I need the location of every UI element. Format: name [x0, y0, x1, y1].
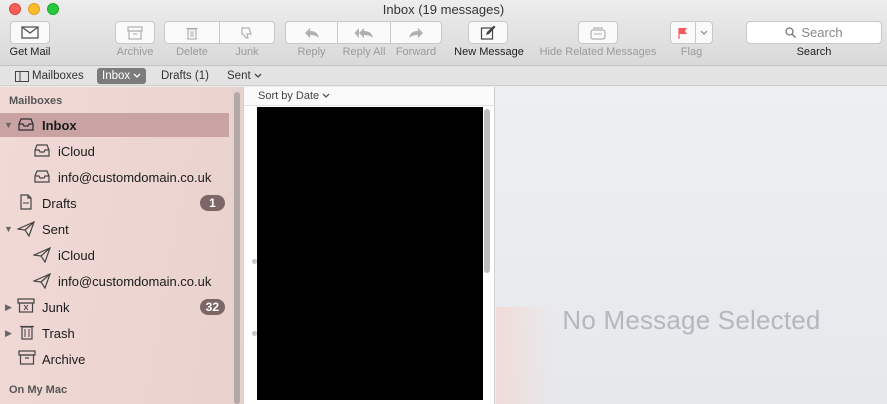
- sidebar-item-junk[interactable]: ▶ Junk 32: [0, 295, 229, 319]
- reply-all-icon: [354, 27, 373, 38]
- favorite-drafts-label: Drafts (1): [161, 70, 209, 82]
- hide-related-label: Hide Related Messages: [539, 46, 657, 58]
- favorites-bar: Mailboxes Inbox Drafts (1) Sent: [0, 66, 887, 86]
- unread-count-badge: 32: [199, 299, 225, 315]
- sent-icon: [33, 247, 51, 263]
- inbox-icon: [18, 118, 34, 131]
- sidebar-item-label: Inbox: [42, 117, 77, 133]
- sent-icon: [17, 221, 35, 237]
- favorite-sent-label: Sent: [227, 70, 251, 82]
- favorite-inbox[interactable]: Inbox: [97, 68, 147, 84]
- favorite-drafts[interactable]: Drafts (1): [156, 68, 214, 84]
- trash-icon: [20, 325, 34, 340]
- get-mail-button[interactable]: [10, 21, 50, 44]
- sidebar-item-sent[interactable]: ▼ Sent: [0, 217, 229, 241]
- reply-arrow-icon: [304, 27, 319, 38]
- disclosure-open-icon[interactable]: ▼: [4, 224, 14, 234]
- chevron-down-icon: [322, 93, 330, 98]
- message-list: Sort by Date: [243, 87, 495, 404]
- mailboxes-toggle[interactable]: Mailboxes: [10, 68, 89, 84]
- reply-all-label: Reply All: [342, 46, 386, 58]
- mailbox-sidebar: Mailboxes ▼ Inbox iCloud info@customdoma…: [0, 87, 243, 404]
- drafts-icon: [20, 194, 32, 210]
- junk-icon: [17, 298, 35, 313]
- archive-label: Archive: [116, 46, 154, 58]
- chevron-down-icon: [133, 73, 141, 78]
- search-field[interactable]: Search: [746, 21, 882, 44]
- window-title: Inbox (19 messages): [382, 2, 505, 17]
- sent-icon: [33, 273, 51, 289]
- archive-icon: [127, 25, 143, 40]
- no-message-selected-text: No Message Selected: [562, 305, 821, 335]
- reply-all-button[interactable]: [337, 21, 391, 44]
- sidebar-item-inbox-icloud[interactable]: iCloud: [0, 139, 229, 163]
- sidebar-item-inbox-custom[interactable]: info@customdomain.co.uk: [0, 165, 229, 189]
- sidebar-item-label: info@customdomain.co.uk: [58, 273, 212, 289]
- search-placeholder: Search: [801, 25, 843, 40]
- archive-button[interactable]: [115, 21, 155, 44]
- get-mail-label: Get Mail: [9, 46, 51, 58]
- search-icon: [785, 27, 797, 38]
- hide-related-button[interactable]: [578, 21, 618, 44]
- sidebar-item-label: Trash: [42, 325, 75, 341]
- delete-label: Delete: [176, 46, 208, 58]
- favorite-inbox-label: Inbox: [102, 70, 131, 82]
- trash-icon: [186, 27, 198, 40]
- search-label: Search: [796, 46, 832, 58]
- sidebar-section-on-my-mac: On My Mac: [9, 384, 68, 396]
- reply-button[interactable]: [285, 21, 338, 44]
- sidebar-section-mailboxes: Mailboxes: [9, 95, 63, 107]
- sidebar-item-label: Archive: [42, 351, 86, 367]
- favorite-sent[interactable]: Sent: [222, 68, 267, 84]
- disclosure-closed-icon[interactable]: ▶: [5, 302, 15, 312]
- forward-arrow-icon: [409, 27, 423, 38]
- sidebar-item-drafts[interactable]: Drafts 1: [0, 191, 229, 215]
- window-toolbar: Inbox (19 messages) Get Mail Archive Del…: [0, 0, 887, 66]
- new-message-button[interactable]: [468, 21, 508, 44]
- junk-label: Junk: [235, 46, 259, 58]
- thumbs-down-icon: [241, 26, 252, 39]
- delete-button[interactable]: [164, 21, 220, 44]
- chevron-down-icon: [254, 73, 262, 78]
- forward-button[interactable]: [390, 21, 442, 44]
- stacked-messages-icon: [590, 26, 606, 40]
- sidebar-item-archive[interactable]: Archive: [0, 347, 229, 371]
- sort-label: Sort by Date: [258, 90, 320, 102]
- archive-icon: [18, 350, 36, 365]
- sidebar-scrollbar[interactable]: [234, 92, 240, 404]
- disclosure-closed-icon[interactable]: ▶: [5, 328, 15, 338]
- chevron-down-icon: [700, 30, 708, 35]
- envelope-icon: [21, 26, 39, 39]
- message-preview-pane: No Message Selected: [496, 87, 887, 404]
- unread-count-badge: 1: [200, 195, 225, 211]
- message-list-scrollbar[interactable]: [484, 109, 490, 273]
- flag-label: Flag: [680, 46, 703, 58]
- sidebar-item-label: Junk: [42, 299, 70, 315]
- sidebar-item-label: iCloud: [58, 247, 95, 263]
- sidebar-item-sent-custom[interactable]: info@customdomain.co.uk: [0, 269, 229, 293]
- compose-icon: [480, 25, 496, 40]
- new-message-label: New Message: [454, 46, 524, 58]
- flag-button[interactable]: [670, 21, 696, 44]
- disclosure-open-icon[interactable]: ▼: [4, 120, 14, 130]
- sidebar-item-label: Sent: [42, 221, 69, 237]
- flag-icon: [678, 27, 687, 39]
- sidebar-item-trash[interactable]: ▶ Trash: [0, 321, 229, 345]
- reply-label: Reply: [297, 46, 326, 58]
- sidebar-item-label: iCloud: [58, 143, 95, 159]
- inbox-icon: [34, 144, 50, 157]
- sort-by-date-button[interactable]: Sort by Date: [258, 90, 330, 102]
- sort-bar: Sort by Date: [244, 87, 494, 106]
- inbox-icon: [34, 170, 50, 183]
- flag-menu-button[interactable]: [695, 21, 713, 44]
- sidebar-item-label: Drafts: [42, 195, 77, 211]
- sidebar-item-label: info@customdomain.co.uk: [58, 169, 212, 185]
- forward-label: Forward: [395, 46, 437, 58]
- sidebar-icon: [15, 70, 29, 82]
- sidebar-item-inbox[interactable]: ▼ Inbox: [0, 113, 229, 137]
- sidebar-item-sent-icloud[interactable]: iCloud: [0, 243, 229, 267]
- junk-button[interactable]: [219, 21, 275, 44]
- redacted-message-list: [257, 107, 483, 400]
- mailboxes-label: Mailboxes: [32, 70, 84, 82]
